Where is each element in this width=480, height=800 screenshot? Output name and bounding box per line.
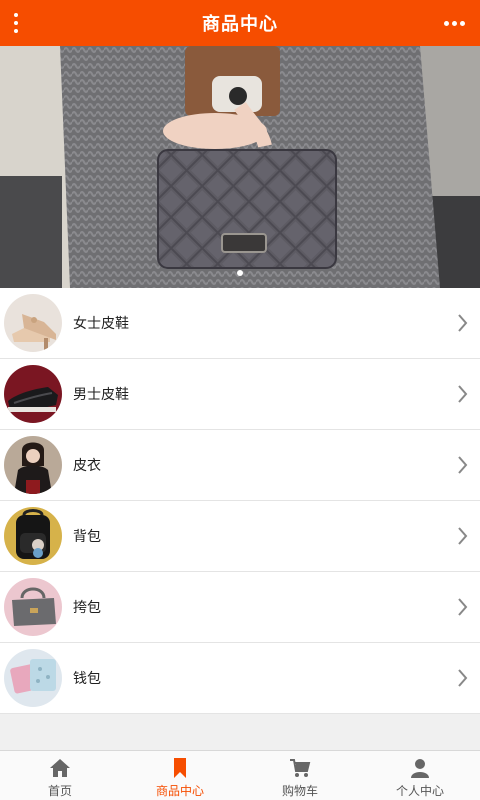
- bookmark-icon: [174, 758, 186, 778]
- wallet-thumb: [4, 649, 62, 707]
- chevron-right-icon: [458, 598, 468, 616]
- category-label: 背包: [73, 529, 101, 545]
- tab-profile[interactable]: 个人中心: [360, 751, 480, 800]
- chevron-right-icon: [458, 669, 468, 687]
- banner-image: [0, 46, 480, 288]
- tab-label: 个人中心: [395, 784, 444, 798]
- bottom-tab-bar: 首页 商品中心 购物车 个人中心: [0, 750, 480, 800]
- carousel-dots: [0, 270, 480, 276]
- tab-cart[interactable]: 购物车: [240, 751, 360, 800]
- shoulder-bag-thumb: [4, 578, 62, 636]
- carousel-dot[interactable]: [237, 270, 243, 276]
- tab-label: 购物车: [281, 784, 318, 798]
- vertical-dots-icon: [14, 13, 18, 17]
- tab-home[interactable]: 首页: [0, 751, 120, 800]
- menu-button[interactable]: [6, 8, 26, 38]
- category-item-mens-shoes[interactable]: 男士皮鞋: [0, 359, 480, 430]
- cart-icon: [290, 759, 311, 777]
- horizontal-dots-icon: [443, 20, 449, 26]
- category-label: 女士皮鞋: [73, 316, 129, 332]
- category-item-shoulder-bag[interactable]: 挎包: [0, 572, 480, 643]
- page-title: 商品中心: [202, 14, 278, 35]
- category-item-womens-shoes[interactable]: 女士皮鞋: [0, 288, 480, 359]
- category-label: 钱包: [73, 671, 101, 687]
- home-icon: [50, 759, 70, 777]
- tab-label: 商品中心: [155, 784, 204, 798]
- category-label: 皮衣: [73, 458, 101, 474]
- womens-shoes-thumb: [4, 294, 62, 352]
- category-item-backpack[interactable]: 背包: [0, 501, 480, 572]
- top-bar: 商品中心: [0, 0, 480, 46]
- category-label: 男士皮鞋: [73, 387, 129, 403]
- category-item-leather-jacket[interactable]: 皮衣: [0, 430, 480, 501]
- category-item-wallet[interactable]: 钱包: [0, 643, 480, 714]
- category-label: 挎包: [73, 600, 101, 616]
- category-list: 女士皮鞋 男士皮鞋 皮衣 背包 挎包 钱包: [0, 288, 480, 714]
- banner-carousel[interactable]: [0, 46, 480, 288]
- tab-product-center[interactable]: 商品中心: [120, 751, 240, 800]
- leather-jacket-thumb: [4, 436, 62, 494]
- more-button[interactable]: [440, 8, 468, 38]
- mens-shoes-thumb: [4, 365, 62, 423]
- user-icon: [411, 759, 429, 778]
- backpack-thumb: [4, 507, 62, 565]
- page: 商品中心 女士皮鞋 男士皮鞋 皮衣 背包 挎包 钱包 首页 商品中心 购物车 个…: [0, 0, 480, 800]
- chevron-right-icon: [458, 456, 468, 474]
- chevron-right-icon: [458, 385, 468, 403]
- chevron-right-icon: [458, 527, 468, 545]
- tab-label: 首页: [47, 784, 72, 798]
- chevron-right-icon: [458, 314, 468, 332]
